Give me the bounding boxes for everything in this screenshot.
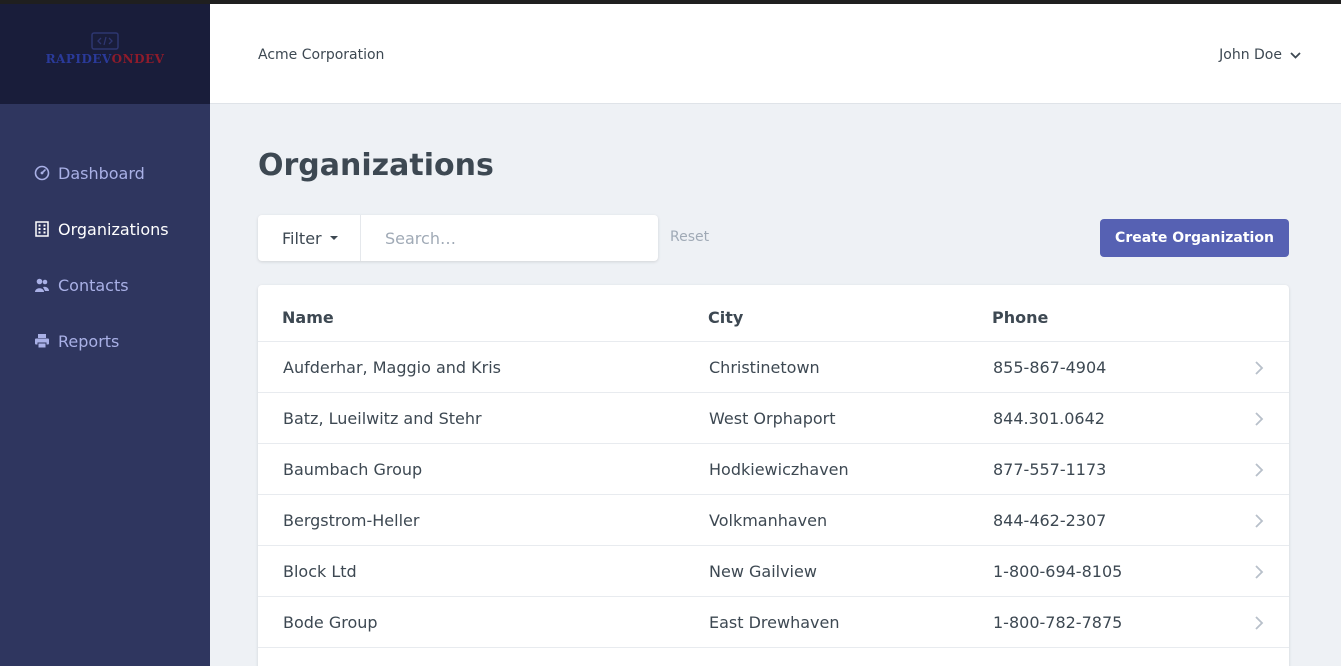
cell-name[interactable]: Aufderhar, Maggio and Kris bbox=[283, 358, 501, 377]
caret-down-icon bbox=[329, 236, 338, 240]
chevron-right-icon[interactable] bbox=[1254, 615, 1264, 631]
cell-phone[interactable]: 1-800-694-8105 bbox=[993, 562, 1122, 581]
dashboard-icon bbox=[34, 165, 50, 181]
cell-phone[interactable]: 844.301.0642 bbox=[993, 409, 1105, 428]
brand-panel: RAPIDEVONDEV bbox=[0, 4, 210, 104]
page-title: Organizations bbox=[258, 148, 494, 183]
search-input[interactable] bbox=[361, 215, 658, 261]
column-header-city: City bbox=[708, 308, 744, 327]
sidebar-item-contacts[interactable]: Contacts bbox=[34, 273, 129, 297]
company-name: Acme Corporation bbox=[258, 47, 385, 63]
table-row[interactable]: Batz, Lueilwitz and Stehr West Orphaport… bbox=[258, 393, 1289, 444]
sidebar-item-dashboard[interactable]: Dashboard bbox=[34, 161, 145, 185]
sidebar-item-label: Organizations bbox=[58, 219, 169, 239]
cell-name[interactable]: Batz, Lueilwitz and Stehr bbox=[283, 409, 482, 428]
filter-label: Filter bbox=[282, 228, 322, 248]
chevron-right-icon[interactable] bbox=[1254, 513, 1264, 529]
logo-text-main: RAPIDEV bbox=[45, 52, 112, 66]
cell-phone[interactable]: 877-557-1173 bbox=[993, 460, 1106, 479]
table-header: Name City Phone bbox=[258, 285, 1289, 342]
table-row[interactable]: Bode Group East Drewhaven 1-800-782-7875 bbox=[258, 597, 1289, 648]
sidebar-item-reports[interactable]: Reports bbox=[34, 329, 119, 353]
users-icon bbox=[35, 278, 49, 292]
sidebar-item-label: Contacts bbox=[58, 275, 129, 295]
cell-city[interactable]: Christinetown bbox=[709, 358, 820, 377]
search-filter-bar: Filter bbox=[258, 215, 658, 261]
organizations-table: Name City Phone Aufderhar, Maggio and Kr… bbox=[258, 285, 1289, 666]
chevron-right-icon[interactable] bbox=[1254, 360, 1264, 376]
reset-button[interactable]: Reset bbox=[670, 229, 709, 245]
sidebar: Dashboard Organizations Contacts Reports bbox=[0, 104, 210, 666]
user-menu[interactable]: John Doe bbox=[1219, 47, 1301, 63]
cell-city[interactable]: East Drewhaven bbox=[709, 613, 839, 632]
chevron-right-icon[interactable] bbox=[1254, 564, 1264, 580]
building-icon bbox=[35, 221, 49, 237]
cell-city[interactable]: Hodkiewiczhaven bbox=[709, 460, 849, 479]
column-header-phone: Phone bbox=[992, 308, 1049, 327]
cell-phone[interactable]: 844-462-2307 bbox=[993, 511, 1106, 530]
chevron-down-icon bbox=[1290, 51, 1301, 59]
cell-city[interactable]: Volkmanhaven bbox=[709, 511, 827, 530]
sidebar-item-label: Reports bbox=[58, 331, 120, 351]
sidebar-item-label: Dashboard bbox=[58, 163, 145, 183]
cell-phone[interactable]: 1-800-782-7875 bbox=[993, 613, 1122, 632]
cell-name[interactable]: Bode Group bbox=[283, 613, 378, 632]
cell-city[interactable]: West Orphaport bbox=[709, 409, 836, 428]
top-header: Acme Corporation John Doe bbox=[210, 4, 1341, 104]
cell-name[interactable]: Block Ltd bbox=[283, 562, 357, 581]
cell-name[interactable]: Bergstrom-Heller bbox=[283, 511, 419, 530]
table-row[interactable]: Block Ltd New Gailview 1-800-694-8105 bbox=[258, 546, 1289, 597]
filter-dropdown-button[interactable]: Filter bbox=[258, 215, 361, 261]
printer-icon bbox=[35, 334, 49, 349]
code-brackets-icon bbox=[91, 32, 119, 50]
table-row[interactable]: Bergstrom-Heller Volkmanhaven 844-462-23… bbox=[258, 495, 1289, 546]
user-name: John Doe bbox=[1219, 47, 1282, 63]
chevron-right-icon[interactable] bbox=[1254, 462, 1264, 478]
cell-phone[interactable]: 855-867-4904 bbox=[993, 358, 1106, 377]
logo-text-accent: ONDEV bbox=[111, 52, 165, 66]
column-header-name: Name bbox=[282, 308, 334, 327]
sidebar-item-organizations[interactable]: Organizations bbox=[34, 217, 169, 241]
cell-name[interactable]: Baumbach Group bbox=[283, 460, 422, 479]
create-organization-button[interactable]: Create Organization bbox=[1100, 219, 1289, 257]
table-row[interactable]: Baumbach Group Hodkiewiczhaven 877-557-1… bbox=[258, 444, 1289, 495]
logo[interactable]: RAPIDEVONDEV bbox=[0, 32, 210, 66]
cell-city[interactable]: New Gailview bbox=[709, 562, 817, 581]
table-row[interactable]: Aufderhar, Maggio and Kris Christinetown… bbox=[258, 342, 1289, 393]
logo-text: RAPIDEVONDEV bbox=[0, 52, 210, 66]
chevron-right-icon[interactable] bbox=[1254, 411, 1264, 427]
